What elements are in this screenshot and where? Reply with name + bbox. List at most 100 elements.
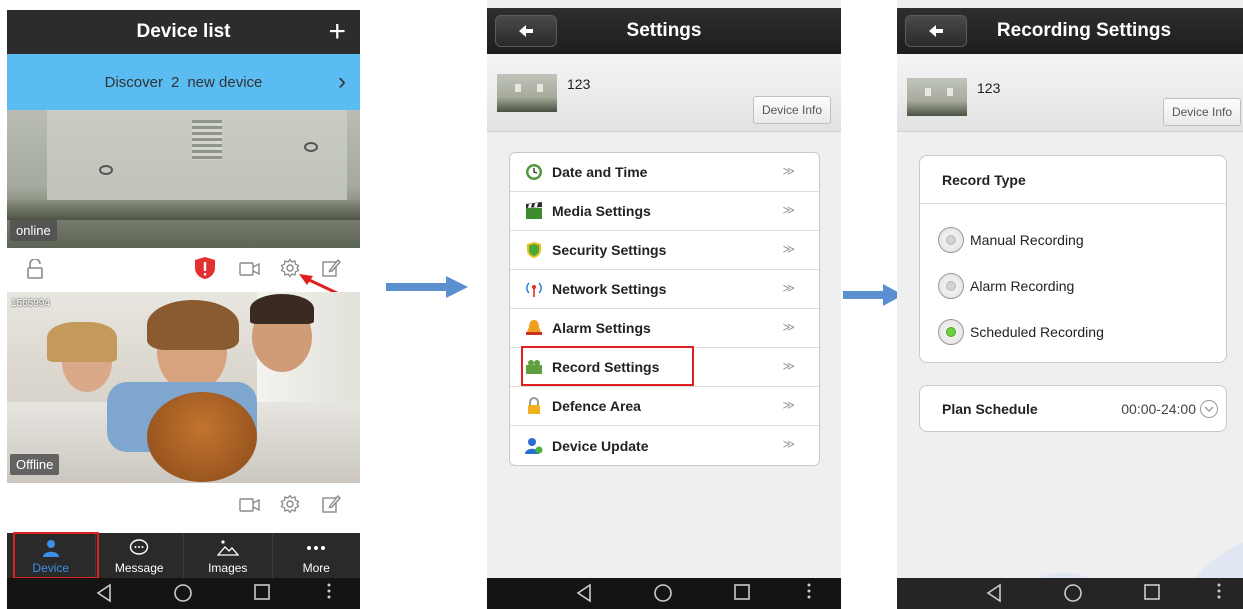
back-button[interactable] — [905, 15, 967, 47]
nav-recents-icon[interactable] — [1143, 583, 1161, 601]
device-summary: 123 Device Info — [487, 54, 841, 132]
nav-menu-icon[interactable] — [327, 583, 331, 599]
clock-icon — [524, 162, 544, 182]
chevron-right-icon: › — [338, 68, 346, 95]
tab-message[interactable]: Message — [96, 533, 184, 578]
radio-button[interactable] — [938, 273, 964, 299]
video-icon[interactable] — [239, 258, 261, 280]
menu-item-date-and-time[interactable]: Date and Time ≫ — [510, 153, 819, 192]
camera-preview-2[interactable]: 1565994 Offline — [7, 292, 360, 483]
menu-item-defence-area[interactable]: Defence Area ≫ — [510, 387, 819, 426]
edit-icon[interactable] — [320, 493, 342, 515]
back-arrow-icon — [519, 25, 533, 37]
nav-home-icon[interactable] — [1063, 583, 1083, 603]
clapperboard-icon — [524, 201, 544, 221]
settings-header: Settings — [487, 8, 841, 54]
discover-suffix: new device — [187, 73, 263, 91]
discover-count: 2 — [170, 73, 180, 91]
camera-scene-hair — [147, 300, 239, 350]
thumbnail-detail — [515, 84, 521, 92]
nav-recents-icon[interactable] — [253, 583, 271, 601]
device-summary: 123 Device Info — [897, 54, 1243, 132]
device-info-button[interactable]: Device Info — [1162, 98, 1241, 126]
menu-item-device-update[interactable]: Device Update ≫ — [510, 426, 819, 465]
device-name: 123 — [977, 80, 1001, 96]
alarm-recording-option[interactable]: Alarm Recording — [938, 273, 1074, 299]
menu-item-media-settings[interactable]: Media Settings ≫ — [510, 192, 819, 231]
tab-images[interactable]: Images — [184, 533, 273, 578]
images-icon — [216, 538, 239, 558]
more-icon — [306, 538, 326, 558]
camera-id-label: 1565994 — [11, 298, 50, 309]
nav-recents-icon[interactable] — [733, 583, 751, 601]
menu-item-network-settings[interactable]: Network Settings ≫ — [510, 270, 819, 309]
camera-scene-hair — [47, 322, 117, 362]
recording-settings-header: Recording Settings — [897, 8, 1243, 54]
back-arrow-icon — [929, 25, 943, 37]
settings-menu: Date and Time ≫ Media Settings ≫ Securit… — [509, 152, 820, 466]
shield-icon — [524, 240, 544, 260]
plan-schedule-row[interactable]: Plan Schedule 00:00-24:00 — [920, 386, 1226, 432]
thumbnail-detail — [947, 88, 953, 96]
camera-scene-detail — [99, 165, 113, 175]
nav-home-icon[interactable] — [653, 583, 673, 603]
page-title: Recording Settings — [996, 20, 1172, 41]
alert-shield-icon[interactable] — [194, 257, 216, 279]
user-update-icon — [524, 436, 544, 456]
video-icon[interactable] — [239, 494, 261, 516]
android-nav-bar — [897, 578, 1243, 609]
chevron-down-icon[interactable] — [1200, 400, 1218, 418]
double-chevron-icon: ≫ — [782, 164, 795, 178]
menu-item-security-settings[interactable]: Security Settings ≫ — [510, 231, 819, 270]
flow-arrow-icon — [843, 284, 903, 306]
double-chevron-icon: ≫ — [782, 203, 795, 217]
tab-label: More — [302, 561, 330, 575]
manual-recording-option[interactable]: Manual Recording — [938, 227, 1084, 253]
double-chevron-icon: ≫ — [782, 281, 795, 295]
nav-back-icon[interactable] — [985, 583, 1003, 603]
unlock-icon[interactable] — [24, 258, 46, 280]
device-list-screen: Device list + Discover 2 new device › on… — [7, 0, 360, 609]
camera-preview-1[interactable]: online — [7, 110, 360, 248]
discover-devices-banner[interactable]: Discover 2 new device › — [7, 54, 360, 110]
option-label: Scheduled Recording — [970, 324, 1104, 340]
scheduled-recording-option[interactable]: Scheduled Recording — [938, 319, 1104, 345]
option-label: Alarm Recording — [970, 278, 1075, 294]
highlight-box — [13, 532, 99, 579]
highlight-box — [521, 346, 694, 386]
page-title: Device list — [136, 21, 231, 42]
device-list-header: Device list + — [7, 10, 360, 54]
nav-menu-icon[interactable] — [1217, 583, 1221, 599]
radio-button[interactable] — [938, 227, 964, 253]
nav-home-icon[interactable] — [173, 583, 193, 603]
back-button[interactable] — [495, 15, 557, 47]
plan-schedule-card[interactable]: Plan Schedule 00:00-24:00 — [919, 385, 1227, 432]
menu-item-label: Media Settings — [552, 203, 651, 219]
recording-settings-screen: Recording Settings 123 Device Info Recor… — [897, 0, 1243, 609]
menu-item-label: Alarm Settings — [552, 320, 651, 336]
device-thumbnail — [497, 74, 557, 112]
flow-arrow-icon — [386, 276, 468, 298]
gear-icon[interactable] — [279, 493, 301, 515]
double-chevron-icon: ≫ — [782, 398, 795, 412]
nav-back-icon[interactable] — [575, 583, 593, 603]
camera-scene-detail — [304, 142, 318, 152]
record-type-title: Record Type — [920, 156, 1226, 204]
camera-scene-shelf — [7, 200, 360, 220]
menu-item-label: Network Settings — [552, 281, 667, 297]
radio-button-selected[interactable] — [938, 319, 964, 345]
android-nav-bar — [7, 578, 360, 609]
menu-item-label: Device Update — [552, 437, 649, 454]
add-device-button[interactable]: + — [328, 15, 346, 49]
double-chevron-icon: ≫ — [782, 242, 795, 256]
tab-label: Images — [208, 561, 248, 575]
menu-item-alarm-settings[interactable]: Alarm Settings ≫ — [510, 309, 819, 348]
menu-item-label: Defence Area — [552, 398, 641, 414]
tab-more[interactable]: More — [273, 533, 361, 578]
nav-back-icon[interactable] — [95, 583, 113, 603]
nav-menu-icon[interactable] — [807, 583, 811, 599]
double-chevron-icon: ≫ — [782, 320, 795, 334]
device-info-button[interactable]: Device Info — [752, 96, 831, 124]
message-icon — [129, 538, 149, 558]
camera-scene-vent — [192, 120, 222, 160]
